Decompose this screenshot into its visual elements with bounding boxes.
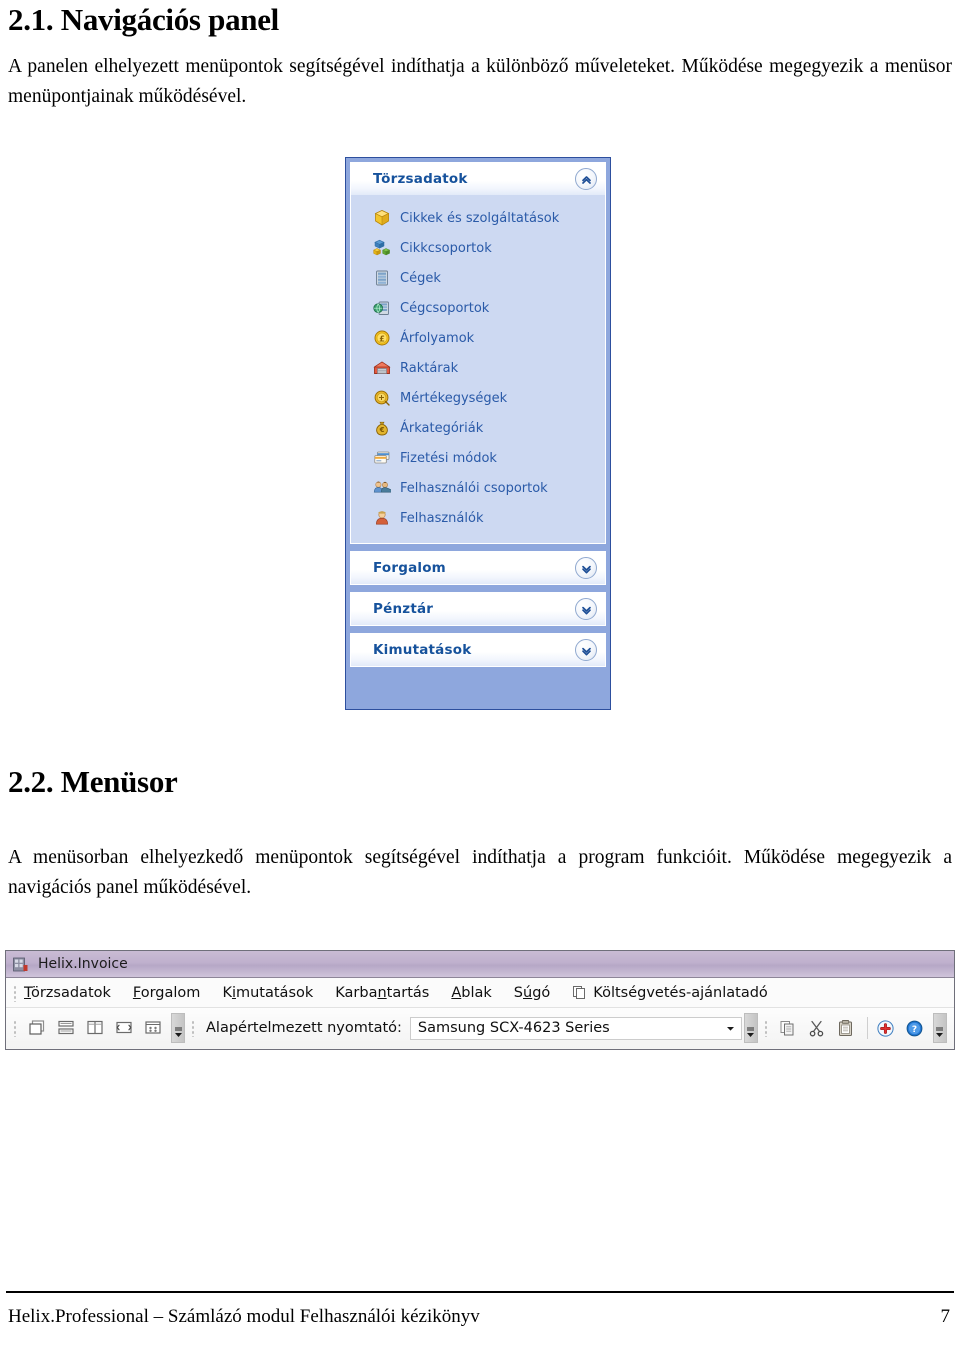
menu-grip-handle[interactable] [12,983,19,1002]
menu-item-koltsegvetes-ajanlatado[interactable]: Költségvetés-ajánlatadó [572,985,768,1001]
svg-text:£: £ [379,334,385,343]
chevron-down-icon[interactable] [575,557,597,579]
nav-item-label: Árfolyamok [400,330,475,346]
menu-item-ablak[interactable]: Ablak [451,985,491,1001]
nav-group-penztar: Pénztár [350,592,606,626]
tile-vertical-icon[interactable] [82,1015,108,1041]
nav-item-felhasznaloi-csoportok[interactable]: Felhasználói csoportok [351,473,605,503]
toolbar-separator [866,1017,868,1039]
printer-label: Alapértelmezett nyomtató: [206,1020,402,1036]
warehouse-icon [373,361,391,374]
menu-item-forgalom[interactable]: Forgalom [133,985,201,1001]
menubar-screenshot: Helix.Invoice Törzsadatok Forgalom Kimut… [5,950,955,1050]
navigation-panel-screenshot: Törzsadatok Cikkek és szolgáltatások Cik… [345,157,611,710]
nav-group-title: Törzsadatok [373,171,468,187]
nav-item-label: Árkategóriák [400,420,484,436]
nav-group-kimutatasok: Kimutatások [350,633,606,667]
printer-section-grip[interactable] [190,1019,197,1037]
footer-title: Helix.Professional – Számlázó modul Felh… [8,1306,480,1327]
nav-group-header-penztar[interactable]: Pénztár [351,593,605,625]
tile-horizontal-icon[interactable] [53,1015,79,1041]
user-group-icon [373,481,391,493]
printer-value: Samsung SCX-4623 Series [417,1020,610,1036]
window-list-icon[interactable] [140,1015,166,1041]
menu-item-kimutatasok[interactable]: Kimutatások [222,985,313,1001]
copy-icon[interactable] [775,1015,801,1041]
nav-item-arfolyamok[interactable]: £ Árfolyamok [351,323,605,353]
nav-item-cegcsoportok[interactable]: Cégcsoportok [351,293,605,323]
cascade-windows-icon[interactable] [24,1015,50,1041]
nav-group-header-torzsadatok[interactable]: Törzsadatok [351,163,605,195]
nav-item-raktarak[interactable]: Raktárak [351,353,605,383]
database-icon [376,270,388,286]
nav-item-cikkcsoportok[interactable]: Cikkcsoportok [351,233,605,263]
toolbar-overflow-icon[interactable] [171,1013,185,1043]
nav-item-cegek[interactable]: Cégek [351,263,605,293]
menu-bar: Törzsadatok Forgalom Kimutatások Karbant… [6,978,954,1008]
nav-item-felhasznalok[interactable]: Felhasználók [351,503,605,533]
arrange-icons-icon[interactable] [111,1015,137,1041]
chevron-down-icon[interactable] [575,598,597,620]
copy-pages-icon [573,986,586,999]
footer-page-number: 7 [940,1306,951,1327]
cut-icon[interactable] [804,1015,830,1041]
edit-section-grip[interactable] [762,1019,770,1037]
footer-divider [6,1291,954,1293]
edit-toolbar-overflow-icon[interactable] [932,1013,947,1043]
user-icon [376,511,388,525]
add-icon[interactable] [873,1015,899,1041]
nav-item-label: Felhasználói csoportok [400,480,548,496]
app-icon [13,957,28,971]
tool-bar: Alapértelmezett nyomtató: Samsung SCX-46… [6,1008,954,1048]
chevron-down-icon[interactable] [575,639,597,661]
svg-text:?: ? [912,1025,917,1035]
nav-item-label: Cikkek és szolgáltatások [400,210,560,226]
document-page: 2.1. Navigációs panel A panelen elhelyez… [0,0,960,1346]
nav-item-label: Raktárak [400,360,459,376]
menu-item-sugo[interactable]: Súgó [514,985,551,1001]
paste-icon[interactable] [833,1015,859,1041]
window-title-bar: Helix.Invoice [6,951,954,978]
nav-item-list: Cikkek és szolgáltatások Cikkcsoportok C… [351,195,605,543]
nav-group-title: Forgalom [373,560,446,576]
printer-toolbar-overflow-icon[interactable] [743,1013,758,1043]
section-paragraph-2-1: A panelen elhelyezett menüpontok segítsé… [8,56,952,107]
chevron-down-icon[interactable] [725,1023,736,1034]
nav-item-arkategoriak[interactable]: € Árkategóriák [351,413,605,443]
nav-item-fizetesi-modok[interactable]: Fizetési módok [351,443,605,473]
nav-item-label: Cégcsoportok [400,300,490,316]
nav-item-mertekegysegek[interactable]: Mértékegységek [351,383,605,413]
help-icon[interactable]: ? [902,1015,928,1041]
boxes-group-icon [373,239,391,256]
nav-group-forgalom: Forgalom [350,551,606,585]
nav-item-label: Mértékegységek [400,390,508,406]
database-globe-icon [373,301,389,315]
toolbar-grip-handle[interactable] [12,1019,19,1037]
currency-coin-icon: £ [374,330,390,346]
menu-item-torzsadatok[interactable]: Törzsadatok [24,985,111,1001]
credit-cards-icon [374,451,390,464]
nav-group-title: Pénztár [373,601,434,617]
nav-group-header-kimutatasok[interactable]: Kimutatások [351,634,605,666]
menu-item-label: Költségvetés-ajánlatadó [593,984,768,1001]
printer-combobox[interactable]: Samsung SCX-4623 Series [409,1016,742,1040]
measure-coin-icon [374,390,390,406]
section-paragraph-2-2: A menüsorban elhelyezkedő menüpontok seg… [8,847,952,898]
money-bag-icon: € [376,421,388,436]
nav-item-label: Fizetési módok [400,450,497,466]
svg-text:€: € [379,426,385,434]
nav-group-title: Kimutatások [373,642,472,658]
menu-item-karbantartas[interactable]: Karbantartás [335,985,429,1001]
nav-item-label: Felhasználók [400,510,484,526]
chevron-up-icon[interactable] [575,168,597,190]
section-heading-2-1: 2.1. Navigációs panel [8,2,279,37]
section-heading-2-2: 2.2. Menüsor [8,764,178,799]
yellow-box-icon [374,210,390,226]
nav-group-header-forgalom[interactable]: Forgalom [351,552,605,584]
window-title: Helix.Invoice [38,956,128,972]
nav-item-label: Cégek [400,270,441,286]
nav-item-label: Cikkcsoportok [400,240,492,256]
nav-group-torzsadatok: Törzsadatok Cikkek és szolgáltatások Cik… [350,162,606,544]
nav-item-cikkek-es-szolgaltatasok[interactable]: Cikkek és szolgáltatások [351,203,605,233]
